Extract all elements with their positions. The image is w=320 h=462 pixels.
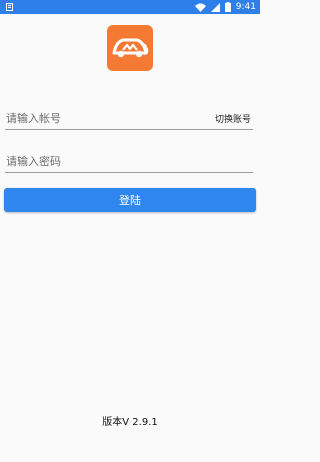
wifi-icon: [194, 3, 206, 12]
app-logo: [107, 25, 153, 71]
account-input[interactable]: [5, 107, 196, 129]
login-button[interactable]: 登陆: [4, 188, 256, 212]
account-field: 切换账号: [5, 107, 253, 130]
password-input[interactable]: [5, 150, 196, 172]
login-button-label: 登陆: [119, 194, 141, 207]
version-label: 版本V 2.9.1: [102, 417, 158, 428]
car-wrench-logo-icon: [112, 38, 149, 58]
battery-icon: [224, 2, 231, 12]
signal-icon: [210, 2, 220, 12]
status-bar: 9:41: [0, 0, 260, 14]
status-time: 9:41: [235, 2, 256, 12]
status-indicators: 9:41: [194, 1, 256, 13]
switch-account-link[interactable]: 切换账号: [215, 112, 251, 125]
notification-icon: [6, 3, 13, 11]
password-field: [5, 150, 253, 173]
